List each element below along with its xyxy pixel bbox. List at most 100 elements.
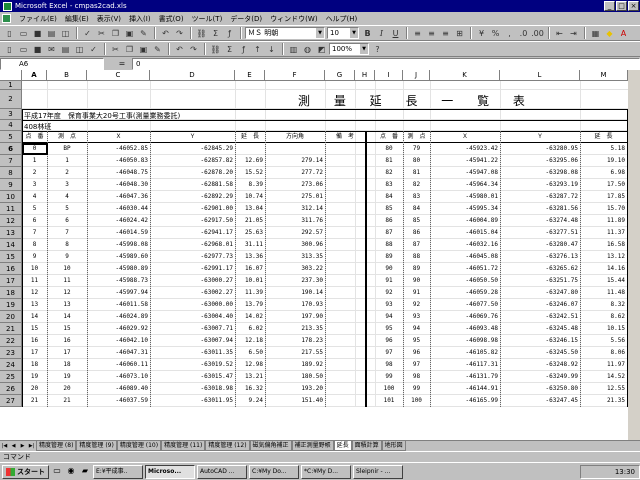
print-icon[interactable]: ▤ <box>45 27 58 39</box>
length[interactable]: 15.70 <box>580 203 627 215</box>
y-coordinate[interactable]: -62881.58 <box>150 179 235 191</box>
formula-input[interactable]: 0 <box>132 57 640 70</box>
x-coordinate[interactable]: -46037.59 <box>87 395 150 407</box>
station[interactable]: 16 <box>47 335 87 347</box>
bearing[interactable]: 277.72 <box>265 167 325 179</box>
row-header[interactable]: 24 <box>0 359 22 371</box>
column-header[interactable]: H <box>355 70 375 81</box>
last-sheet-icon[interactable]: ▶| <box>27 442 36 451</box>
bearing[interactable]: 170.93 <box>265 299 325 311</box>
length[interactable]: 8.39 <box>235 179 265 191</box>
x-coordinate[interactable]: -46045.08 <box>430 251 500 263</box>
length[interactable]: 13.79 <box>235 299 265 311</box>
map-icon[interactable]: ◍ <box>301 43 314 55</box>
column-label[interactable]: 方向角 <box>265 131 325 143</box>
length[interactable]: 11.37 <box>580 227 627 239</box>
y-coordinate[interactable]: -62917.50 <box>150 215 235 227</box>
bearing[interactable]: 237.30 <box>265 275 325 287</box>
taskbar-button[interactable]: Sleipnir - ... <box>353 464 403 479</box>
x-coordinate[interactable]: -45980.01 <box>430 191 500 203</box>
y-coordinate[interactable]: -63295.06 <box>500 155 580 167</box>
menu-view[interactable]: 表示(V) <box>93 14 125 24</box>
y-coordinate[interactable]: -63246.15 <box>500 335 580 347</box>
point-number[interactable]: 92 <box>375 287 403 299</box>
row-header[interactable]: 11 <box>0 203 22 215</box>
row-header[interactable]: 25 <box>0 371 22 383</box>
x-coordinate[interactable]: -46004.89 <box>430 215 500 227</box>
y-coordinate[interactable]: -63000.00 <box>150 299 235 311</box>
y-coordinate[interactable]: -63011.35 <box>150 347 235 359</box>
new-icon[interactable]: ▯ <box>3 43 16 55</box>
length[interactable]: 8.06 <box>580 347 627 359</box>
point-number[interactable]: 13 <box>22 299 47 311</box>
point-number[interactable]: 8 <box>22 239 47 251</box>
station[interactable]: 92 <box>403 299 430 311</box>
length[interactable]: 11.39 <box>235 287 265 299</box>
point-number[interactable]: 90 <box>375 263 403 275</box>
point-number[interactable]: 2 <box>22 167 47 179</box>
point-number[interactable]: 3 <box>22 179 47 191</box>
point-number[interactable]: 10 <box>22 263 47 275</box>
y-coordinate[interactable]: -63274.48 <box>500 215 580 227</box>
autosum-icon[interactable]: Σ <box>209 27 222 39</box>
point-number[interactable]: 15 <box>22 323 47 335</box>
y-coordinate[interactable]: -63298.08 <box>500 167 580 179</box>
cut-icon[interactable]: ✂ <box>109 43 122 55</box>
y-coordinate[interactable]: -63004.40 <box>150 311 235 323</box>
length[interactable]: 14.52 <box>580 371 627 383</box>
point-number[interactable]: 5 <box>22 203 47 215</box>
y-coordinate[interactable]: -63000.27 <box>150 275 235 287</box>
row-header[interactable]: 12 <box>0 215 22 227</box>
bearing[interactable]: 197.90 <box>265 311 325 323</box>
point-number[interactable]: 85 <box>375 203 403 215</box>
length[interactable]: 10.74 <box>235 191 265 203</box>
x-coordinate[interactable]: -46144.91 <box>430 383 500 395</box>
station[interactable]: 82 <box>403 179 430 191</box>
bold-button[interactable]: B <box>361 27 374 39</box>
close-button[interactable]: × <box>628 1 639 11</box>
y-coordinate[interactable]: -63245.50 <box>500 347 580 359</box>
vertical-scrollbar[interactable] <box>628 70 640 440</box>
column-header[interactable]: F <box>265 70 325 81</box>
length[interactable]: 17.50 <box>580 179 627 191</box>
bearing[interactable]: 151.40 <box>265 395 325 407</box>
column-label[interactable]: 点 番 <box>22 131 47 143</box>
column-header[interactable]: K <box>430 70 500 81</box>
y-coordinate[interactable]: -63293.19 <box>500 179 580 191</box>
menu-tools[interactable]: ツール(T) <box>188 14 227 24</box>
sheet-tab[interactable]: 磁気偏角補正 <box>249 441 292 451</box>
y-coordinate[interactable]: -63246.07 <box>500 299 580 311</box>
menu-insert[interactable]: 挿入(I) <box>125 14 155 24</box>
station[interactable]: 18 <box>47 359 87 371</box>
length[interactable]: 9.24 <box>235 395 265 407</box>
length[interactable]: 19.10 <box>580 155 627 167</box>
point-number[interactable]: 12 <box>22 287 47 299</box>
point-number[interactable]: 4 <box>22 191 47 203</box>
y-coordinate[interactable]: -63277.51 <box>500 227 580 239</box>
station[interactable]: 4 <box>47 191 87 203</box>
y-coordinate[interactable]: -63280.95 <box>500 143 580 155</box>
point-number[interactable]: 93 <box>375 299 403 311</box>
x-coordinate[interactable]: -46015.04 <box>430 227 500 239</box>
x-coordinate[interactable]: -46073.10 <box>87 371 150 383</box>
column-header[interactable]: A <box>22 70 47 81</box>
point-number[interactable]: 17 <box>22 347 47 359</box>
drawing-icon[interactable]: ◩ <box>315 43 328 55</box>
bearing[interactable]: 217.55 <box>265 347 325 359</box>
point-number[interactable]: 14 <box>22 311 47 323</box>
x-coordinate[interactable]: -46059.28 <box>430 287 500 299</box>
station[interactable]: 14 <box>47 311 87 323</box>
bearing[interactable]: 311.76 <box>265 215 325 227</box>
italic-button[interactable]: I <box>375 27 388 39</box>
open-icon[interactable]: ▭ <box>17 43 30 55</box>
indent-decrease-icon[interactable]: ⇤ <box>553 27 566 39</box>
x-coordinate[interactable]: -46048.30 <box>87 179 150 191</box>
sort-asc-icon[interactable]: ↑ <box>251 43 264 55</box>
x-coordinate[interactable]: -46024.89 <box>87 311 150 323</box>
station[interactable]: 2 <box>47 167 87 179</box>
station[interactable]: 89 <box>403 263 430 275</box>
length[interactable]: 6.02 <box>235 323 265 335</box>
point-number[interactable]: 97 <box>375 347 403 359</box>
decrease-decimal-icon[interactable]: .00 <box>531 27 544 39</box>
station[interactable]: 85 <box>403 215 430 227</box>
